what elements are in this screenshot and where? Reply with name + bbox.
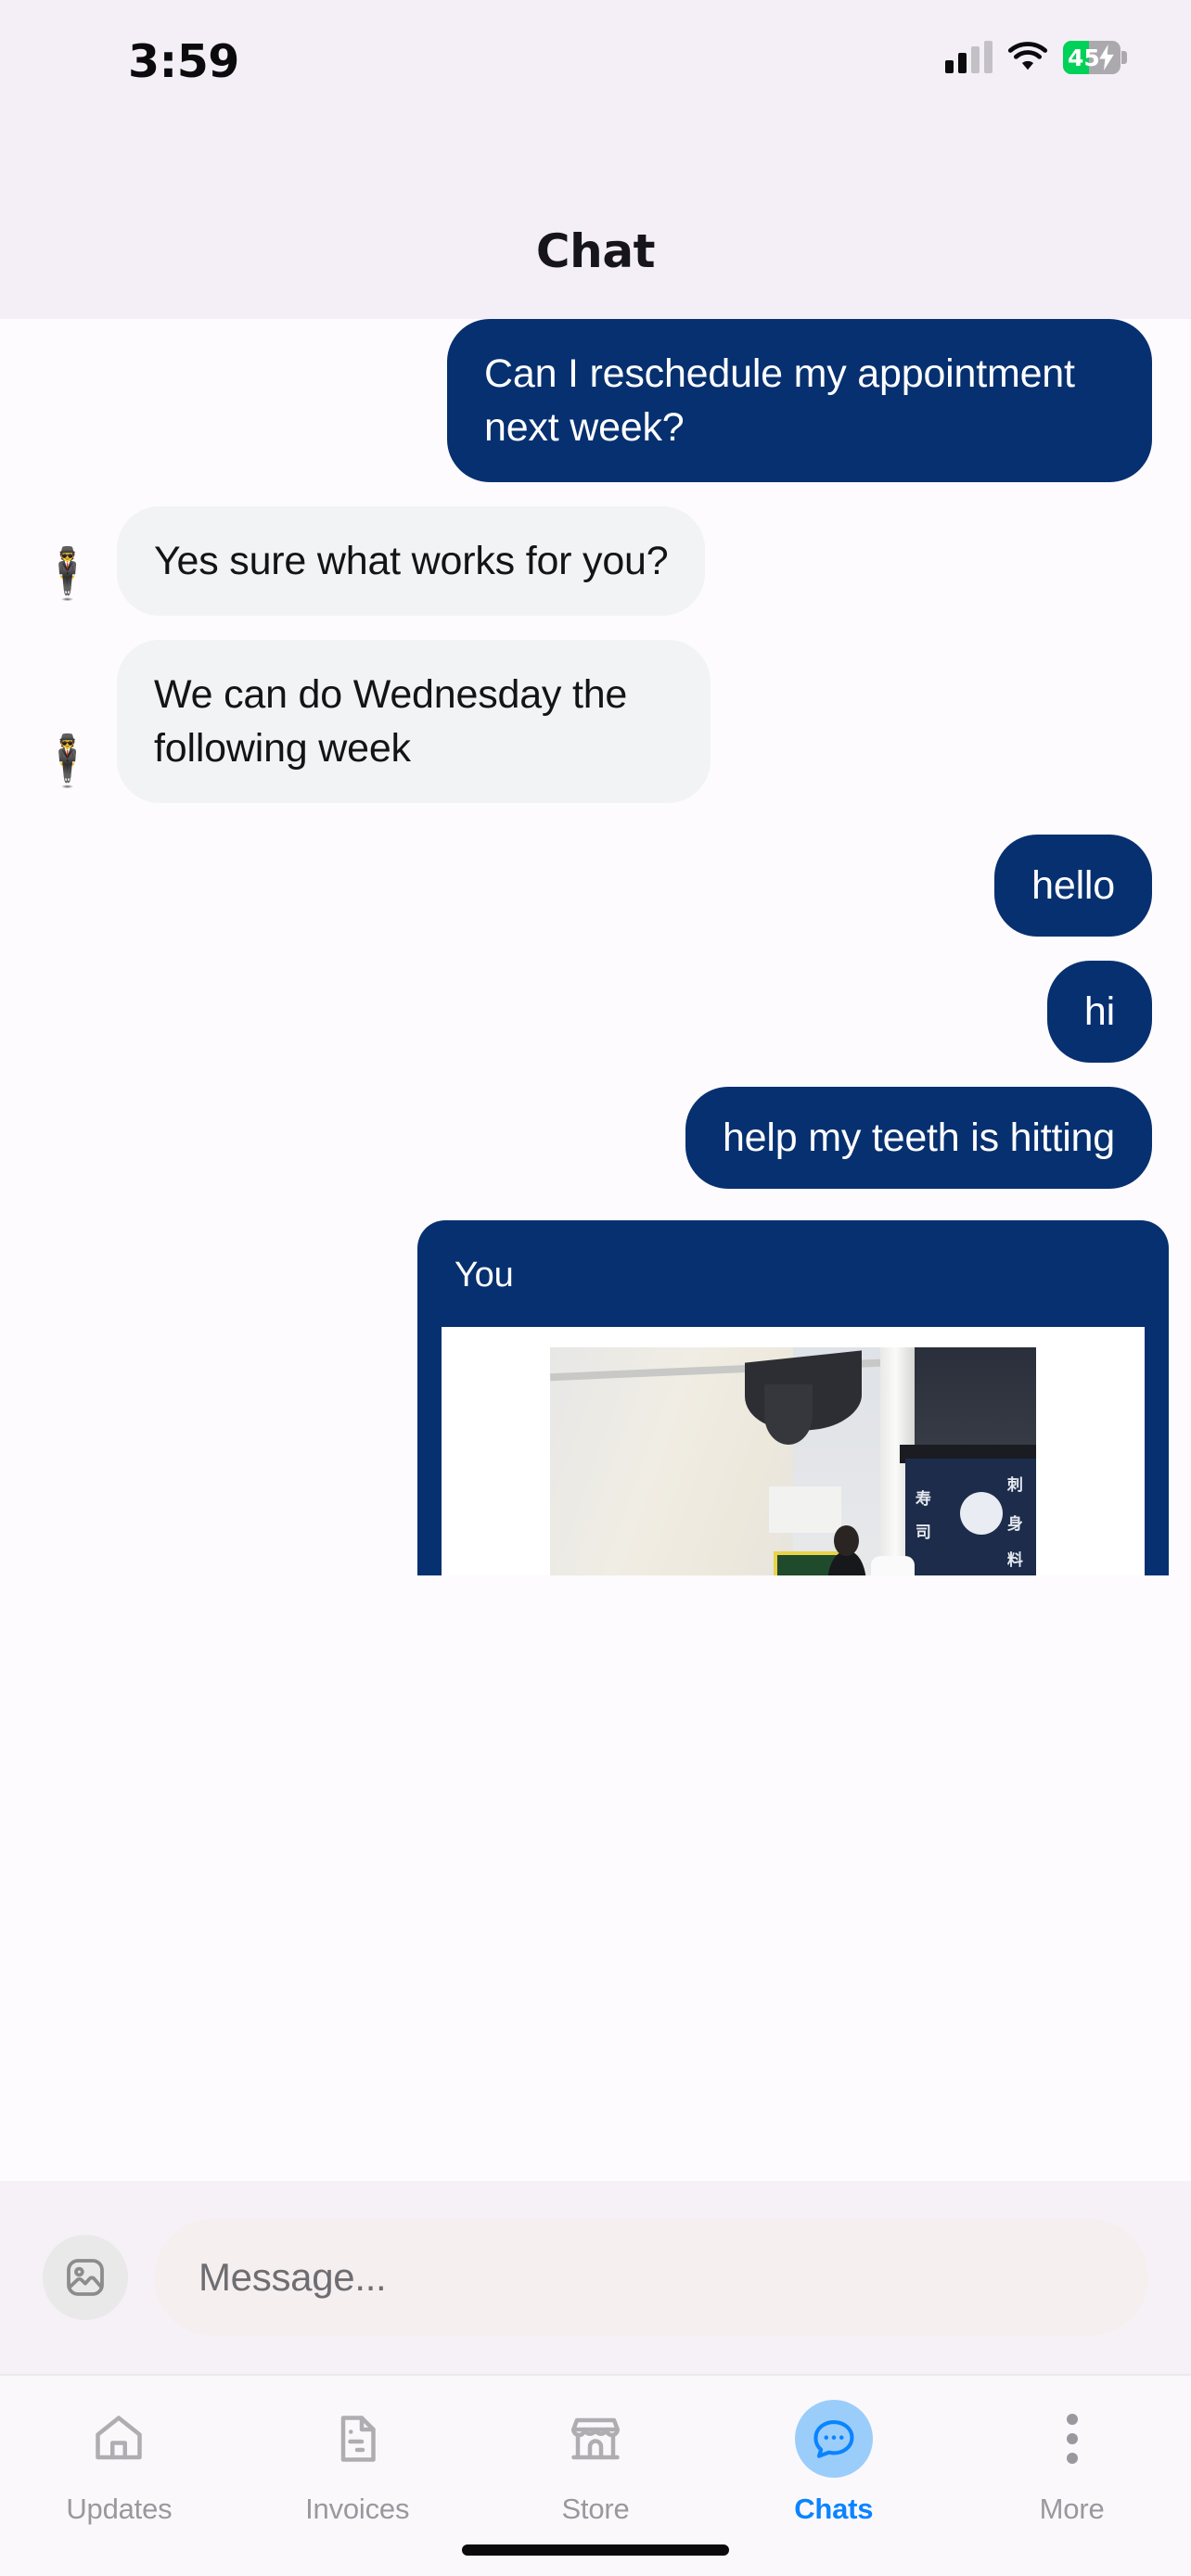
image-attachment[interactable]: 寿司 刺身料 xyxy=(550,1347,1036,1576)
message-row: hi xyxy=(0,961,1191,1064)
page-title: Chat xyxy=(535,224,656,278)
more-vertical-icon xyxy=(1033,2400,1111,2478)
tab-updates-label: Updates xyxy=(66,2493,173,2525)
message-row: You 寿司 刺身料 xyxy=(0,1220,1191,1576)
message-row: Can I reschedule my appointment next wee… xyxy=(0,319,1191,483)
tab-chats[interactable]: Chats xyxy=(714,2400,953,2526)
message-composer: Message... xyxy=(0,2181,1191,2374)
phone-screen: 3:59 45 Chat Can I reschedule my appoint… xyxy=(0,0,1191,2576)
tab-more-label: More xyxy=(1039,2493,1105,2525)
tab-chats-label: Chats xyxy=(794,2493,874,2525)
chat-header: Chat xyxy=(0,113,1191,319)
image-card-sender-label: You xyxy=(455,1256,514,1295)
tab-store[interactable]: Store xyxy=(477,2400,715,2526)
message-row: hello xyxy=(0,835,1191,937)
store-icon xyxy=(557,2400,634,2478)
chat-bubble-icon xyxy=(794,2400,873,2478)
cellular-signal-icon xyxy=(945,41,992,73)
wifi-icon xyxy=(1007,42,1048,70)
message-bubble-incoming[interactable]: We can do Wednesday the following week xyxy=(117,640,711,804)
message-bubble-outgoing[interactable]: hello xyxy=(994,835,1152,937)
message-input[interactable]: Message... xyxy=(154,2219,1148,2336)
message-bubble-outgoing[interactable]: hi xyxy=(1046,961,1152,1064)
home-icon xyxy=(80,2400,158,2478)
message-input-placeholder: Message... xyxy=(198,2255,387,2299)
status-bar: 3:59 45 xyxy=(0,0,1191,113)
document-icon xyxy=(318,2400,396,2478)
image-message-card[interactable]: You 寿司 刺身料 xyxy=(417,1220,1169,1576)
home-indicator xyxy=(462,2544,729,2556)
avatar: 🕴️ xyxy=(36,546,99,603)
message-bubble-incoming[interactable]: Yes sure what works for you? xyxy=(117,506,706,617)
avatar: 🕴️ xyxy=(36,733,99,790)
tab-store-label: Store xyxy=(561,2493,630,2525)
tab-updates[interactable]: Updates xyxy=(0,2400,238,2526)
message-bubble-outgoing[interactable]: help my teeth is hitting xyxy=(685,1087,1152,1190)
message-bubble-outgoing[interactable]: Can I reschedule my appointment next wee… xyxy=(447,319,1152,483)
image-attachment-frame: 寿司 刺身料 xyxy=(442,1327,1145,1576)
tab-invoices[interactable]: Invoices xyxy=(238,2400,477,2526)
battery-icon: 45 xyxy=(1063,41,1127,74)
attach-image-button[interactable] xyxy=(43,2235,128,2320)
message-list[interactable]: Can I reschedule my appointment next wee… xyxy=(0,319,1191,2181)
battery-percent-label: 45 xyxy=(1068,44,1100,71)
tab-invoices-label: Invoices xyxy=(305,2493,410,2525)
tab-more[interactable]: More xyxy=(953,2400,1191,2526)
status-time: 3:59 xyxy=(128,35,239,88)
image-icon xyxy=(67,2259,104,2296)
message-row: 🕴️ We can do Wednesday the following wee… xyxy=(0,640,1191,804)
message-row: help my teeth is hitting xyxy=(0,1087,1191,1190)
status-indicators: 45 xyxy=(945,41,1127,74)
charging-bolt-icon xyxy=(1099,45,1114,70)
message-row: 🕴️ Yes sure what works for you? xyxy=(0,506,1191,617)
